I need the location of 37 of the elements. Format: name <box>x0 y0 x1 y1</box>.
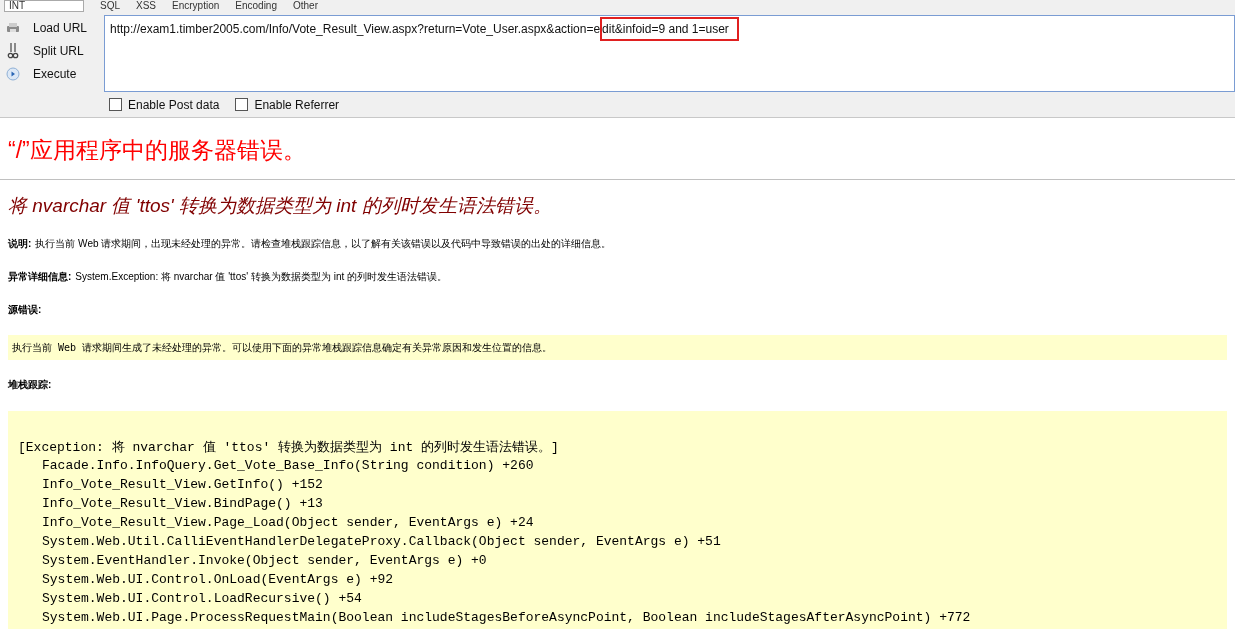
menu-item[interactable]: Encryption <box>172 1 220 11</box>
details-text: System.Exception: 将 nvarchar 值 'ttos' 转换为数据类型为 int 的列时发生语法错误。 <box>75 269 447 284</box>
scissors-icon <box>7 43 19 59</box>
play-icon <box>6 67 20 81</box>
toolbar-action[interactable]: Load URL <box>29 19 92 37</box>
menu-item[interactable]: Encoding <box>235 1 277 11</box>
source-error-panel: 执行当前 Web 请求期间生成了未经处理的异常。可以使用下面的异常堆栈跟踪信息确定有关异常原因和发生位置的信息。 <box>8 334 1227 360</box>
checkbox-label: Enable Post data <box>128 96 220 114</box>
error-subtitle: 将 nvarchar 值 'ttos' 转换为数据类型为 int 的列时发生语法错误。 <box>8 193 553 218</box>
stack-frame: System.Web.Util.CalliEventHandlerDelegateProxy.Callback(Object sender, EventArgs e) +51 <box>18 533 1227 552</box>
section-label: 源错误: <box>8 302 43 317</box>
stack-frame: Facade.Info.InfoQuery.Get_Vote_Base_Info(String condition) +260 <box>18 457 1227 477</box>
error-title: “/”应用程序中的服务器错误。 <box>8 136 307 165</box>
checkbox[interactable] <box>109 98 122 111</box>
checkbox[interactable] <box>235 98 249 111</box>
field-label: 异常详细信息: <box>8 269 72 284</box>
toolbar-action[interactable]: Execute <box>29 65 81 83</box>
description-text: 执行当前 Web 请求期间，出现未经处理的异常。请检查堆栈跟踪信息，以了解有关该错误以及代码中导致错误的出处的详细信息。 <box>35 236 612 251</box>
checkbox-label: Enable Referrer <box>254 96 340 114</box>
menu-item[interactable]: Other <box>293 1 318 11</box>
mode-dropdown[interactable]: INT <box>4 0 84 12</box>
stack-frame: Info_Vote_Result_View.BindPage() +13 <box>18 495 1227 515</box>
exception-line: [Exception: 将 nvarchar 值 'ttos' 转换为数据类型为 int 的列时发生语法错误。] <box>18 438 560 457</box>
stack-frame: System.Web.UI.Control.OnLoad(EventArgs e) +92 <box>18 570 1227 590</box>
menu-item[interactable]: XSS <box>136 1 157 11</box>
printer-icon <box>6 22 20 34</box>
stack-frame: System.EventHandler.Invoke(Object sender, EventArgs e) +0 <box>18 551 1227 571</box>
stack-frame: System.Web.UI.Page.ProcessRequestMain(Boolean includeStagesBeforeAsyncPoint, Boolean includeStagesAfterAsyncPoint) +772 <box>18 608 1227 628</box>
field-label: 说明: <box>8 236 32 251</box>
stack-frame: Info_Vote_Result_View.GetInfo() +152 <box>18 476 1227 496</box>
stack-frame: System.Web.UI.Control.LoadRecursive() +54 <box>18 589 1227 609</box>
highlight-box: dit&infoid=9 and 1=user <box>600 17 739 41</box>
section-label: 堆栈跟踪: <box>8 377 53 392</box>
menu-item[interactable]: SQL <box>100 1 120 11</box>
toolbar-action[interactable]: Split URL <box>29 42 88 60</box>
url-field[interactable]: http://exam1.timber2005.com/Info/Vote_Result_View.aspx?return=Vote_User.aspx&action=e dit&infoid=9 and 1=user <box>104 15 1235 92</box>
stack-frame: Info_Vote_Result_View.Page_Load(Object sender, EventArgs e) +24 <box>18 514 1227 534</box>
